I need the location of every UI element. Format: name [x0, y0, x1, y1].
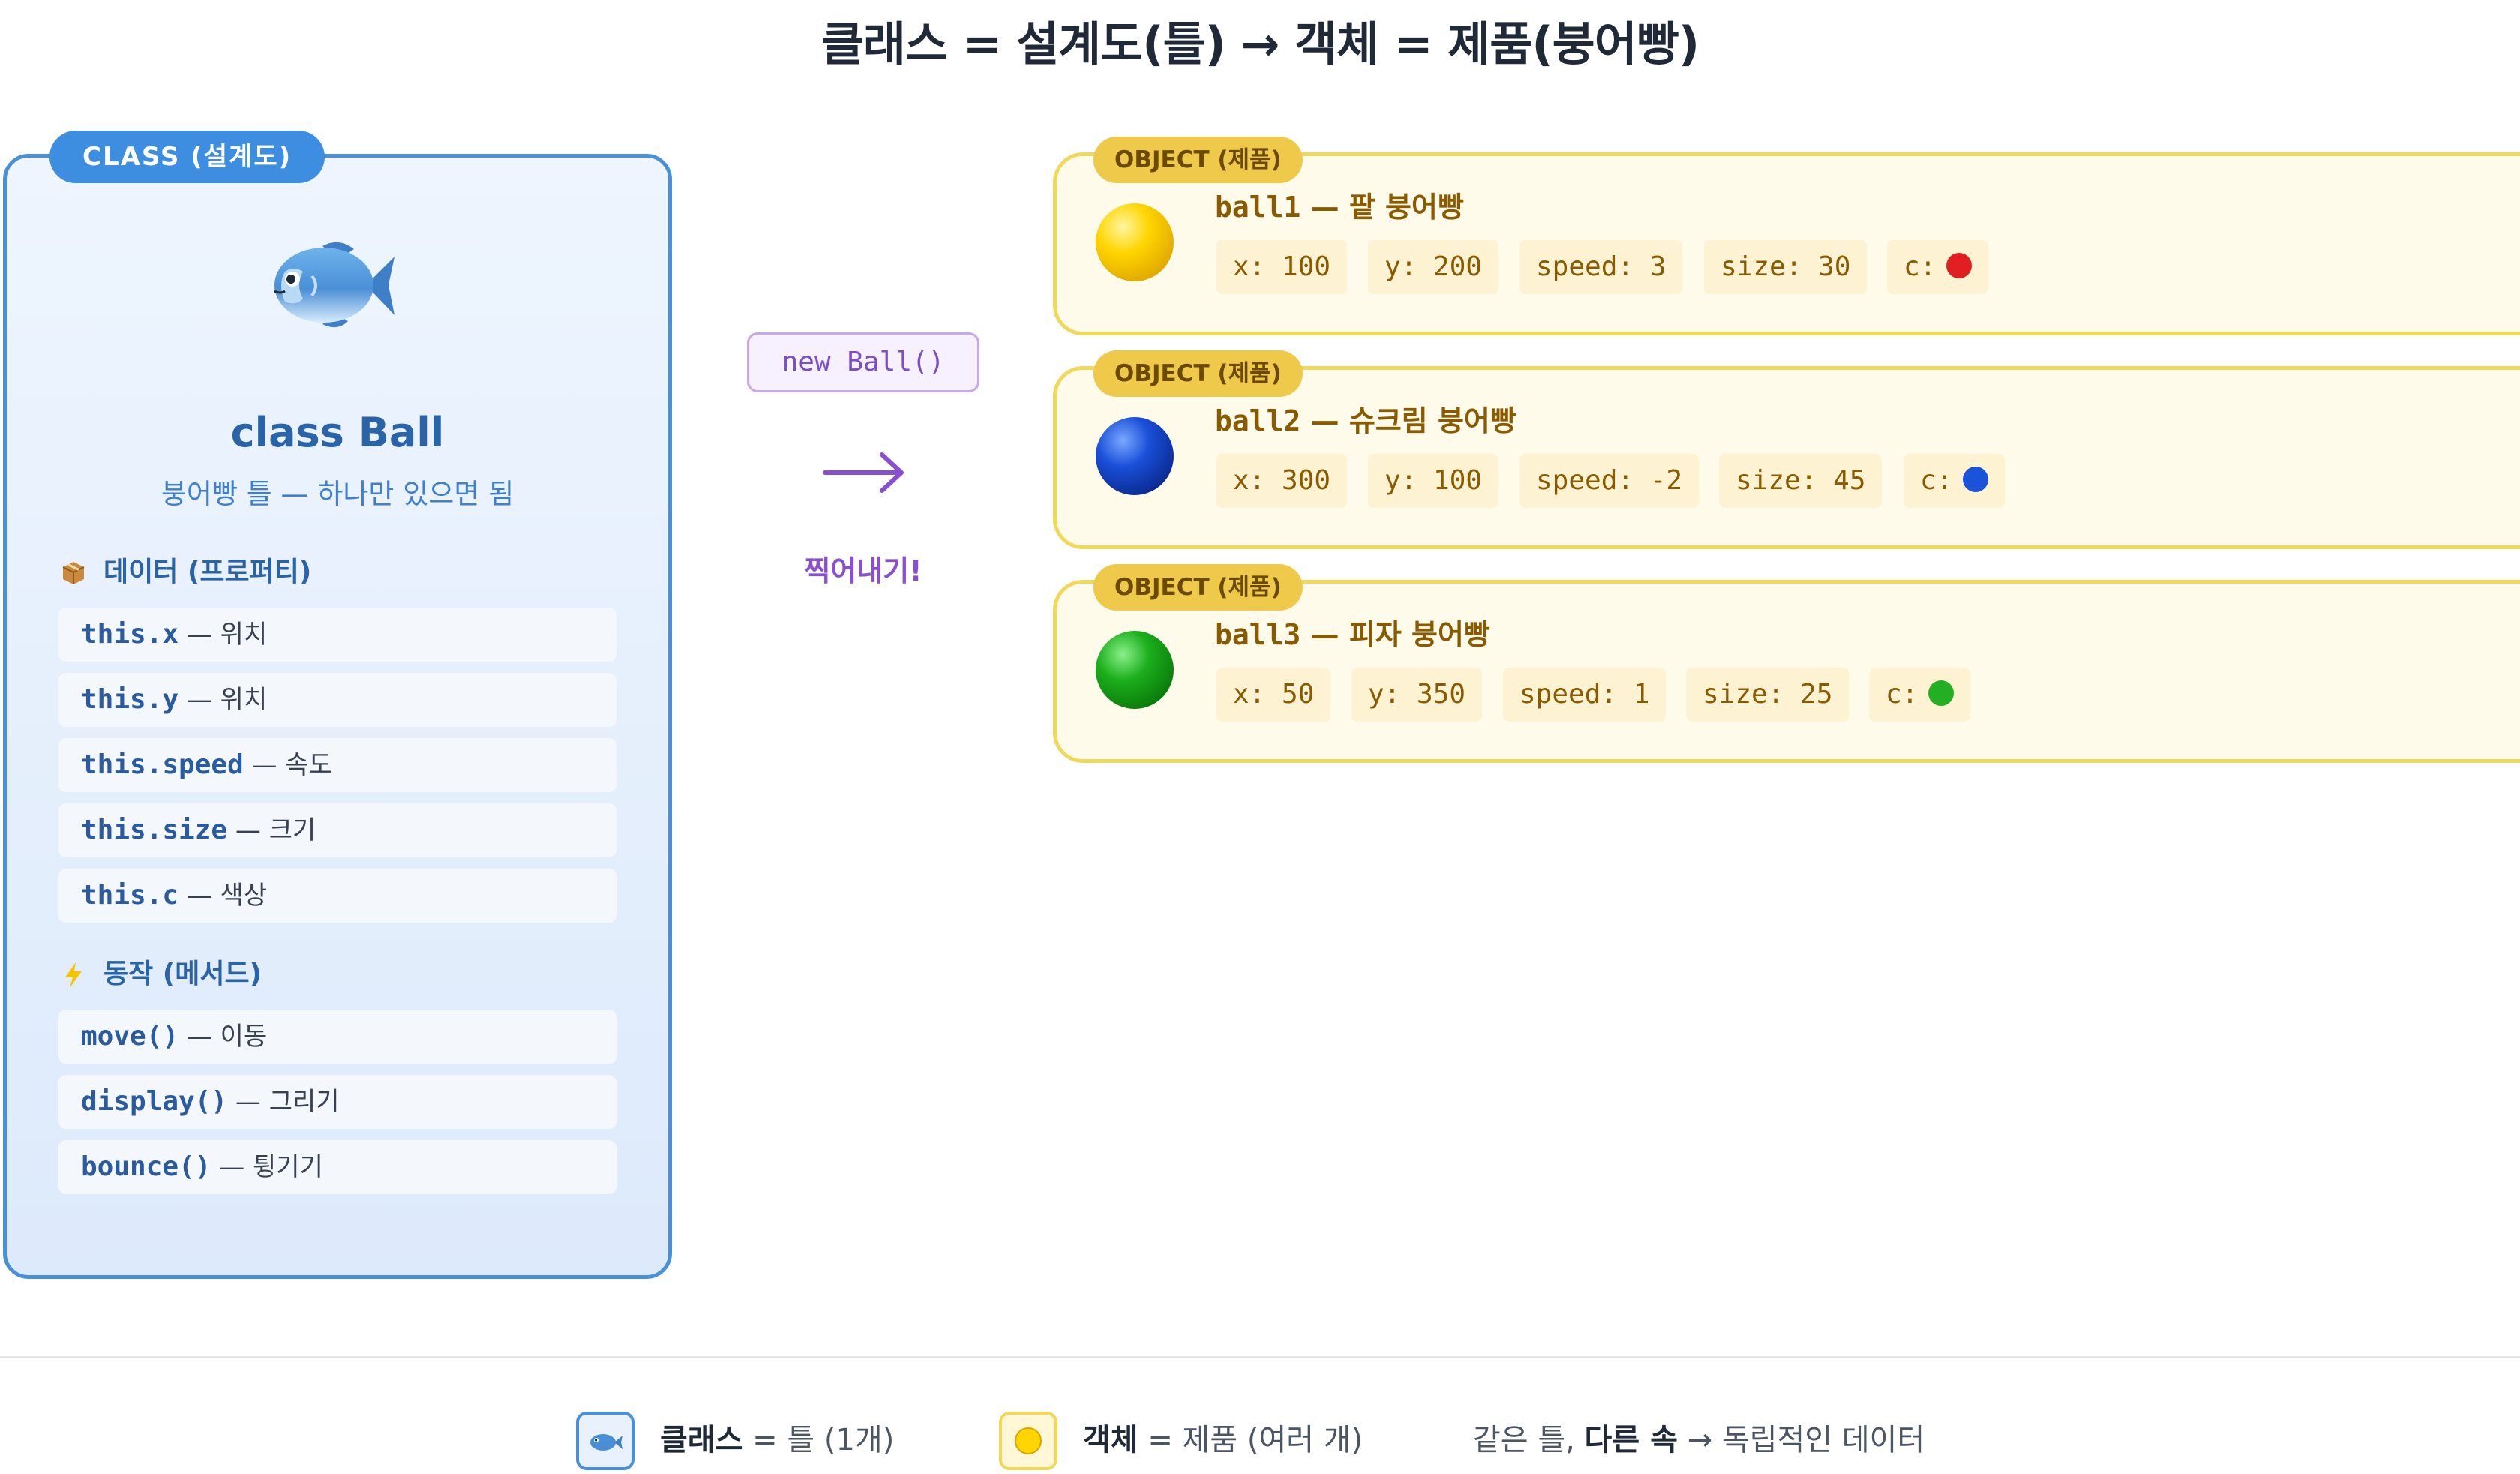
constructor-call-badge: new Ball(): [747, 332, 980, 392]
class-name: class Ball: [230, 409, 445, 456]
object-name: ball1 — 팥 붕어빵: [1215, 191, 1464, 224]
class-legend-text: 클래스 = 틀 (1개): [660, 1423, 895, 1457]
property-row: this.speed — 속도: [58, 738, 616, 792]
object-property: speed: 3: [1520, 240, 1683, 294]
object-property: y: 100: [1368, 454, 1499, 508]
object-property: y: 200: [1368, 240, 1499, 294]
object-tag: OBJECT (제품): [1094, 350, 1303, 397]
page-title: 클래스 = 설계도(틀) → 객체 = 제품(붕어빵): [820, 17, 1700, 71]
property-row: this.x — 위치: [58, 608, 616, 662]
legend-note: 같은 틀, 다른 속 → 독립적인 데이터: [1473, 1423, 1925, 1457]
object-property: x: 300: [1216, 454, 1348, 508]
green-dot-icon: [1928, 680, 1954, 706]
fish-icon: [590, 1434, 622, 1451]
instantiate-label: 찍어내기!: [804, 554, 922, 587]
object-property: x: 50: [1216, 668, 1331, 722]
green-ball-icon: [1096, 631, 1174, 709]
object-legend-swatch: [999, 1412, 1058, 1470]
blue-dot-icon: [1963, 467, 1989, 492]
property-row: this.size — 크기: [58, 803, 616, 857]
object-property: x: 100: [1216, 240, 1348, 294]
object-property: speed: -2: [1520, 454, 1700, 508]
object-tag: OBJECT (제품): [1094, 137, 1303, 183]
data-section-label: 데이터 (프로퍼티): [104, 557, 312, 587]
legend-divider: [0, 1356, 2520, 1358]
class-legend-swatch: [576, 1412, 634, 1470]
yellow-ball-icon: [1015, 1427, 1042, 1454]
object-name: ball3 — 피자 붕어빵: [1215, 618, 1490, 651]
red-dot-icon: [1946, 253, 1972, 278]
property-row: this.c — 색상: [58, 869, 616, 923]
object-tag: OBJECT (제품): [1094, 564, 1303, 611]
object-property: size: 25: [1686, 668, 1850, 722]
object-property: size: 45: [1719, 454, 1882, 508]
object-property: size: 30: [1704, 240, 1868, 294]
object-color-property: c:: [1904, 454, 2006, 508]
property-row: this.y — 위치: [58, 673, 616, 727]
package-icon: [57, 554, 90, 591]
data-section-heading: 데이터 (프로퍼티): [57, 554, 311, 591]
object-property: y: 350: [1352, 668, 1483, 722]
yellow-ball-icon: [1096, 203, 1174, 281]
class-description: 붕어빵 틀 — 하나만 있으면 됨: [160, 478, 514, 510]
class-tag: CLASS (설계도): [50, 131, 326, 183]
method-row: display() — 그리기: [58, 1075, 616, 1129]
object-color-property: c:: [1887, 240, 1989, 294]
blue-ball-icon: [1096, 417, 1174, 495]
methods-section-label: 동작 (메서드): [104, 959, 262, 989]
object-name: ball2 — 슈크림 붕어빵: [1215, 404, 1516, 437]
object-legend-text: 객체 = 제품 (여러 개): [1083, 1423, 1364, 1457]
fish-icon: [274, 242, 394, 328]
method-row: move() — 이동: [58, 1010, 616, 1064]
object-property: speed: 1: [1503, 668, 1666, 722]
method-row: bounce() — 튕기기: [58, 1140, 616, 1194]
lightning-icon: [57, 956, 90, 993]
right-arrow-icon: [823, 452, 904, 493]
methods-section-heading: 동작 (메서드): [57, 956, 262, 993]
object-color-property: c:: [1869, 668, 1971, 722]
